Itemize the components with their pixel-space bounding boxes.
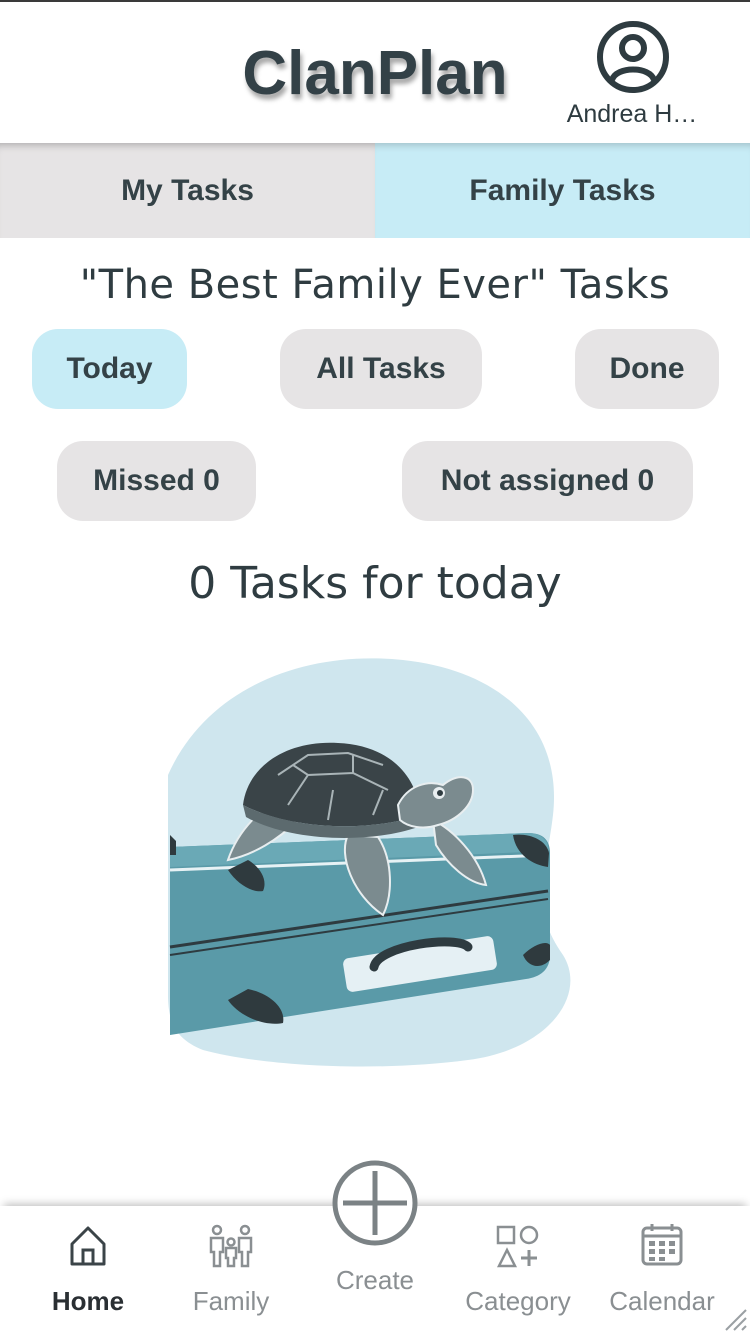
task-tabs: My Tasks Family Tasks — [0, 143, 750, 238]
turtle-suitcase-illustration — [168, 658, 571, 1067]
filter-all-tasks[interactable]: All Tasks — [280, 329, 482, 409]
tab-family-tasks[interactable]: Family Tasks — [375, 143, 750, 238]
tasks-count-title: 0 Tasks for today — [188, 558, 562, 609]
nav-category[interactable]: Category — [448, 1206, 588, 1334]
nav-home-label: Home — [51, 1286, 125, 1316]
tab-my-tasks[interactable]: My Tasks — [0, 143, 375, 238]
filter-today[interactable]: Today — [32, 329, 187, 409]
filter-not-assigned[interactable]: Not assigned 0 — [402, 441, 693, 521]
nav-home[interactable]: Home — [18, 1206, 158, 1334]
nav-family-label: Family — [192, 1286, 270, 1316]
nav-family[interactable]: Family — [161, 1206, 301, 1334]
home-icon — [70, 1226, 106, 1266]
filter-missed[interactable]: Missed 0 — [57, 441, 256, 521]
plus-circle-icon — [332, 1160, 418, 1246]
profile-button[interactable]: Andrea H… — [552, 16, 712, 134]
family-icon — [209, 1224, 253, 1268]
create-button[interactable]: Create — [305, 1155, 445, 1295]
resize-handle-icon — [725, 1309, 747, 1331]
create-label: Create — [335, 1265, 415, 1295]
filter-done[interactable]: Done — [575, 329, 719, 409]
nav-calendar[interactable]: Calendar — [592, 1206, 732, 1334]
nav-category-label: Category — [465, 1286, 571, 1316]
app-header: ClanPlan Andrea H… — [0, 2, 750, 142]
section-title: "The Best Family Ever" Tasks — [79, 262, 671, 308]
profile-name: Andrea H… — [566, 100, 698, 128]
calendar-icon — [641, 1224, 683, 1266]
category-icon — [496, 1225, 539, 1268]
nav-calendar-label: Calendar — [609, 1286, 715, 1316]
user-circle-icon — [597, 21, 669, 93]
